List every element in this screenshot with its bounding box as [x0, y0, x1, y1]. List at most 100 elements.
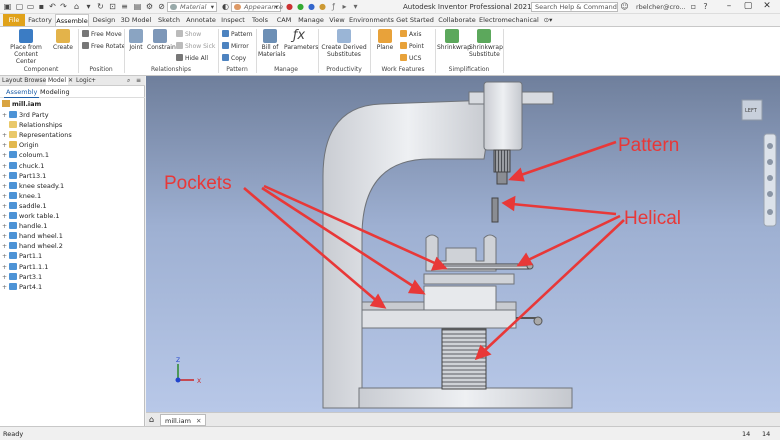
search-icon[interactable]: ⌕	[127, 77, 130, 85]
tab-cam[interactable]: CAM	[273, 14, 295, 26]
clear-icon[interactable]: ●	[296, 2, 305, 11]
tab-collaborate[interactable]: Collaborate	[437, 14, 477, 26]
subtab-modeling[interactable]: Modeling	[38, 88, 72, 97]
expand-icon[interactable]: +	[2, 283, 7, 293]
tree-item[interactable]: + Representations	[2, 130, 72, 140]
more-icon[interactable]: ▸	[340, 2, 349, 11]
pattern-button[interactable]: Pattern	[222, 30, 253, 39]
tree-item[interactable]: + hand wheel.2	[2, 241, 63, 251]
properties-icon[interactable]: ≡	[120, 2, 129, 11]
open-folder-icon[interactable]: ▭	[26, 2, 35, 11]
tab-factory[interactable]: Factory	[27, 14, 53, 26]
tree-item[interactable]: + knee.1	[2, 191, 41, 201]
pan-icon[interactable]	[767, 159, 773, 165]
tab-manage[interactable]: Manage	[297, 14, 325, 26]
place-button[interactable]: Place from Content Center	[6, 29, 46, 65]
update-icon[interactable]: ↻	[96, 2, 105, 11]
search-input[interactable]: Search Help & Commands...	[531, 2, 618, 12]
bill-of-materials-button[interactable]: Bill of Materials	[258, 29, 286, 58]
show-sick-button[interactable]: Show Sick	[176, 42, 215, 51]
shrinkwrap-substitute-button[interactable]: Shrinkwrap Substitute	[469, 29, 503, 58]
user-name[interactable]: rbelcher@cro...	[636, 3, 686, 11]
save-icon[interactable]: ▪	[37, 2, 46, 11]
tab-environments[interactable]: Environments	[349, 14, 394, 26]
copy-button[interactable]: Copy	[222, 54, 246, 63]
close-icon[interactable]: ✕	[196, 417, 201, 425]
color-override-icon[interactable]: ●	[307, 2, 316, 11]
shrinkwrap-button[interactable]: Shrinkwrap	[437, 29, 471, 51]
measure-icon[interactable]: ⊡	[108, 2, 117, 11]
tab-layout-browser[interactable]: Layout Browser	[2, 77, 49, 85]
joint-button[interactable]: Joint	[126, 29, 146, 51]
tree-item[interactable]: + Part13.1	[2, 171, 46, 181]
model-canvas[interactable]: Pockets Pattern Helical LEFT Z X	[146, 76, 780, 412]
tab-model[interactable]: Model	[46, 77, 69, 85]
tree-item[interactable]: + coloum.1	[2, 150, 49, 160]
select-icon[interactable]: ▾	[84, 2, 93, 11]
home-icon[interactable]: ⌂	[149, 415, 154, 424]
settings-icon[interactable]: ⚙	[145, 2, 154, 11]
maximize-button[interactable]: ▢	[741, 1, 755, 12]
tree-item[interactable]: + knee steady.1	[2, 181, 64, 191]
tree-item[interactable]: + Origin	[2, 140, 39, 150]
tree-item[interactable]: + chuck.1	[2, 161, 44, 171]
tree-item[interactable]: + work table.1	[2, 211, 59, 221]
tree-item[interactable]: Relationships	[2, 120, 62, 130]
tab-3d-model[interactable]: 3D Model	[119, 14, 153, 26]
tab-file[interactable]: File	[3, 14, 25, 26]
app-logo-icon[interactable]: ▣	[3, 2, 12, 11]
tab-electromechanical[interactable]: Electromechanical	[479, 14, 539, 26]
plane-button[interactable]: Plane	[373, 29, 397, 51]
tree-item[interactable]: +3rd Party	[2, 110, 49, 120]
style-icon[interactable]: ●	[318, 2, 327, 11]
graphics-viewport[interactable]: Pockets Pattern Helical LEFT Z X	[146, 76, 780, 412]
tree-item[interactable]: + saddle.1	[2, 201, 47, 211]
mirror-button[interactable]: Mirror	[222, 42, 249, 51]
tree-item[interactable]: + handle.1	[2, 221, 47, 231]
steering-wheel-icon[interactable]	[767, 143, 773, 149]
tab-view[interactable]: View	[327, 14, 347, 26]
tree-item[interactable]: + Part3.1	[2, 272, 42, 282]
new-file-icon[interactable]: ▢	[15, 2, 24, 11]
close-button[interactable]: ✕	[760, 1, 774, 12]
tree-item[interactable]: + Part1.1.1	[2, 262, 48, 272]
appearance-combo[interactable]: Appearance ▾	[231, 2, 283, 12]
tree-item[interactable]: + Part1.1	[2, 251, 42, 261]
free-move-button[interactable]: Free Move	[82, 30, 122, 39]
menu-icon[interactable]: ≡	[136, 77, 141, 85]
create-button[interactable]: Create	[52, 29, 74, 51]
subtab-assembly[interactable]: Assembly	[4, 88, 40, 98]
redo-icon[interactable]: ↷	[59, 2, 68, 11]
document-tab[interactable]: mill.iam ✕	[160, 414, 207, 426]
home-icon[interactable]: ⌂	[72, 2, 81, 11]
orbit-icon[interactable]	[767, 191, 773, 197]
help-icon[interactable]: ?	[701, 2, 710, 11]
tab-tools[interactable]: Tools	[249, 14, 271, 26]
tab-sketch[interactable]: Sketch	[155, 14, 183, 26]
point-button[interactable]: Point	[400, 42, 424, 51]
minimize-button[interactable]: –	[722, 1, 736, 12]
document-icon[interactable]: ▤	[133, 2, 142, 11]
hide-all-button[interactable]: Hide All	[176, 54, 208, 63]
material-combo[interactable]: Material ▾	[167, 2, 217, 12]
create-derived-button[interactable]: Create Derived Substitutes	[320, 29, 368, 58]
tab-design[interactable]: Design	[91, 14, 117, 26]
undo-icon[interactable]: ↶	[48, 2, 57, 11]
ribbon-options-icon[interactable]: ⊙▾	[540, 14, 556, 26]
fx-icon[interactable]: ƒ	[329, 2, 338, 11]
tab-annotate[interactable]: Annotate	[185, 14, 217, 26]
tree-item[interactable]: + hand wheel.1	[2, 231, 63, 241]
customize-icon[interactable]: ▾	[351, 2, 360, 11]
constrain-button[interactable]: Constrain	[147, 29, 176, 51]
free-rotate-button[interactable]: Free Rotate	[82, 42, 125, 51]
tab-inspect[interactable]: Inspect	[219, 14, 247, 26]
zoom-icon[interactable]	[767, 175, 773, 181]
parameters-button[interactable]: ƒx Parameters	[284, 29, 318, 52]
close-icon[interactable]: ✕	[68, 77, 73, 85]
ucs-button[interactable]: UCS	[400, 54, 421, 63]
tab-get-started[interactable]: Get Started	[395, 14, 435, 26]
user-icon[interactable]: ☺	[620, 2, 629, 11]
tree-item[interactable]: + Part4.1	[2, 282, 42, 292]
show-button[interactable]: Show	[176, 30, 201, 39]
tree-root[interactable]: mill.iam	[2, 100, 41, 108]
